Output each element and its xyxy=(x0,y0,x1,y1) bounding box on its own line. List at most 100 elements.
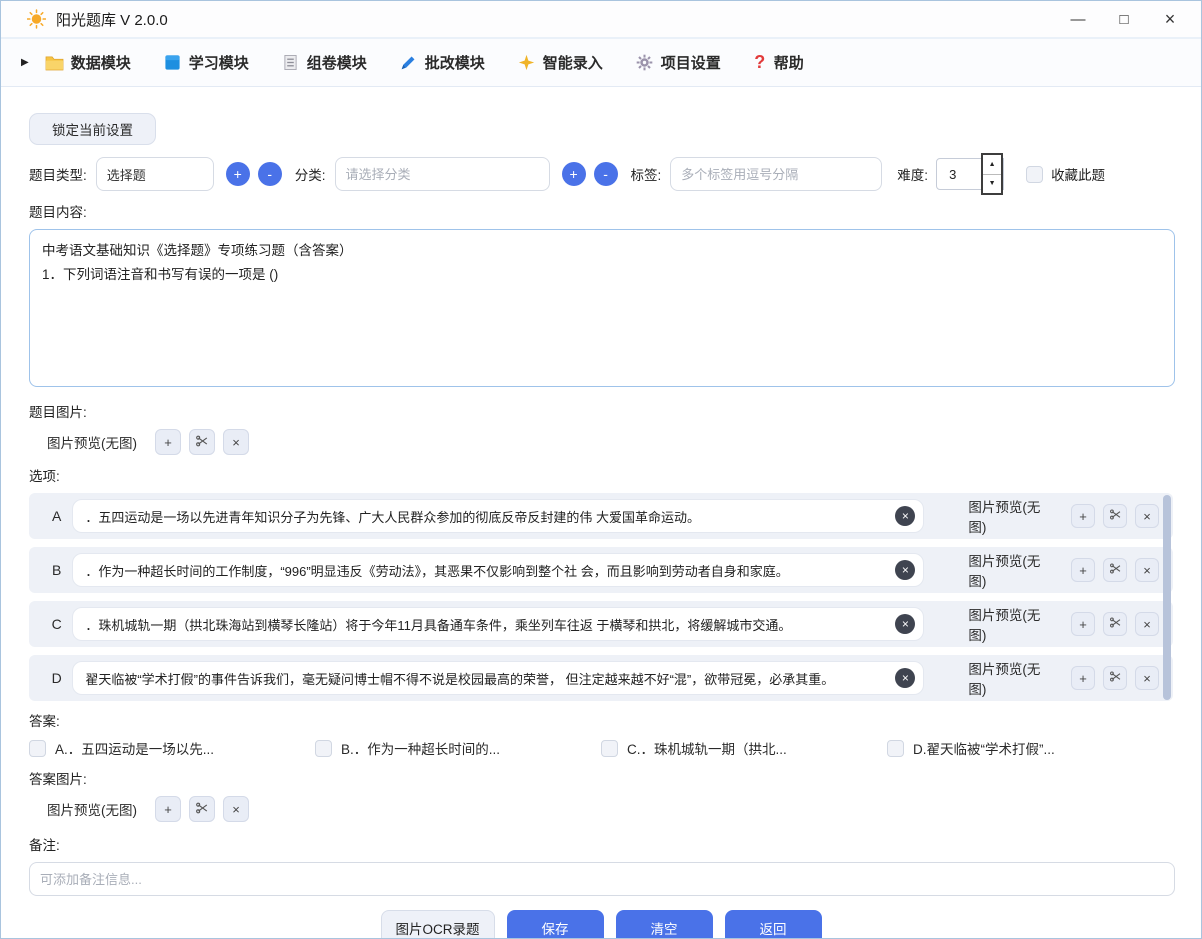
answer-choice-c[interactable]: C.．珠机城轨一期（拱北... xyxy=(601,738,887,758)
scissors-icon xyxy=(1109,616,1122,632)
add-option-image-button[interactable]: + xyxy=(1071,666,1095,690)
category-input[interactable] xyxy=(335,157,550,191)
favorite-label: 收藏此题 xyxy=(1051,164,1105,184)
remark-label: 备注: xyxy=(29,834,1173,854)
menu-item-study-module[interactable]: 学习模块 xyxy=(163,52,249,73)
crop-option-image-button[interactable] xyxy=(1103,504,1127,528)
difficulty-spinner[interactable]: 3 ▲ ▼ xyxy=(936,158,1004,190)
remove-category-button[interactable]: - xyxy=(594,162,618,186)
image-preview-text: 图片预览(无图) xyxy=(968,604,1045,644)
option-row-c: C × 图片预览(无图) + × xyxy=(29,601,1173,647)
question-type-input[interactable] xyxy=(96,157,214,191)
question-image-label: 题目图片: xyxy=(29,401,1173,421)
menu-item-grading-module[interactable]: 批改模块 xyxy=(399,52,485,73)
menu-item-label: 智能录入 xyxy=(543,52,603,73)
ocr-entry-button[interactable]: 图片OCR录题 xyxy=(381,910,495,939)
remove-option-image-button[interactable]: × xyxy=(1135,666,1159,690)
remark-input[interactable] xyxy=(29,862,1175,896)
option-b-input[interactable] xyxy=(72,553,924,587)
app-window: 阳光题库 V 2.0.0 — □ × ▶ 数据模块 xyxy=(0,0,1202,939)
remove-image-button[interactable]: × xyxy=(223,796,249,822)
minimize-button[interactable]: — xyxy=(1055,4,1101,34)
blue-book-icon xyxy=(163,53,182,72)
back-button[interactable]: 返回 xyxy=(725,910,822,939)
remove-option-image-button[interactable]: × xyxy=(1135,504,1159,528)
spin-down-button[interactable]: ▼ xyxy=(983,175,1001,194)
answer-label: A.．五四运动是一场以先... xyxy=(55,738,214,758)
favorite-checkbox[interactable] xyxy=(1026,166,1043,183)
option-row-d: D × 图片预览(无图) + × xyxy=(29,655,1173,701)
options-label: 选项: xyxy=(29,465,1173,485)
answer-label: C.．珠机城轨一期（拱北... xyxy=(627,738,787,758)
option-letter: D xyxy=(49,670,64,686)
menu-item-help[interactable]: ? 帮助 xyxy=(753,52,804,73)
menu-item-paper-module[interactable]: 组卷模块 xyxy=(281,52,367,73)
maximize-button[interactable]: □ xyxy=(1101,4,1147,34)
answer-checkbox[interactable] xyxy=(29,740,46,757)
question-content-textarea[interactable]: 中考语文基础知识《选择题》专项练习题（含答案） 1．下列词语注音和书写有误的一项… xyxy=(29,229,1175,387)
add-option-image-button[interactable]: + xyxy=(1071,558,1095,582)
answers-row: A.．五四运动是一场以先... B.．作为一种超长时间的... C.．珠机城轨一… xyxy=(29,738,1173,758)
answer-choice-b[interactable]: B.．作为一种超长时间的... xyxy=(315,738,601,758)
answer-choice-d[interactable]: D.翟天临被“学术打假”... xyxy=(887,738,1173,758)
difficulty-spin-buttons: ▲ ▼ xyxy=(981,153,1003,195)
menu-item-label: 项目设置 xyxy=(661,52,721,73)
answer-checkbox[interactable] xyxy=(601,740,618,757)
add-category-button[interactable]: + xyxy=(562,162,586,186)
document-list-icon xyxy=(281,53,300,72)
option-input-wrap: × xyxy=(72,661,924,695)
question-image-row: 图片预览(无图) + × xyxy=(29,429,1173,455)
question-meta-row: 题目类型: + - 分类: + - 标签: 难度: 3 ▲ ▼ 收藏此题 xyxy=(29,157,1173,191)
remove-image-button[interactable]: × xyxy=(223,429,249,455)
save-button[interactable]: 保存 xyxy=(507,910,604,939)
option-d-input[interactable] xyxy=(72,661,924,695)
answer-checkbox[interactable] xyxy=(315,740,332,757)
menu-bar: ▶ 数据模块 学习模块 xyxy=(1,39,1201,87)
menu-item-data-module[interactable]: 数据模块 xyxy=(45,52,131,73)
title-bar: 阳光题库 V 2.0.0 — □ × xyxy=(1,1,1201,39)
action-buttons: 图片OCR录题 保存 清空 返回 xyxy=(29,910,1173,939)
option-row-a: A × 图片预览(无图) + × xyxy=(29,493,1173,539)
option-letter: B xyxy=(49,562,64,578)
image-preview-text: 图片预览(无图) xyxy=(47,432,137,452)
option-input-wrap: × xyxy=(72,499,924,533)
option-a-input[interactable] xyxy=(72,499,924,533)
crop-image-button[interactable] xyxy=(189,796,215,822)
answer-checkbox[interactable] xyxy=(887,740,904,757)
crop-image-button[interactable] xyxy=(189,429,215,455)
menu-item-project-settings[interactable]: 项目设置 xyxy=(635,52,721,73)
menu-overflow-arrow-icon[interactable]: ▶ xyxy=(21,57,29,68)
option-input-wrap: × xyxy=(72,553,924,587)
content-label: 题目内容: xyxy=(29,201,1173,221)
add-option-image-button[interactable]: + xyxy=(1071,612,1095,636)
crop-option-image-button[interactable] xyxy=(1103,666,1127,690)
tags-input[interactable] xyxy=(670,157,882,191)
add-image-button[interactable]: + xyxy=(155,796,181,822)
scissors-icon xyxy=(195,434,209,451)
crop-option-image-button[interactable] xyxy=(1103,558,1127,582)
image-preview-text: 图片预览(无图) xyxy=(968,496,1045,536)
menu-item-smart-entry[interactable]: 智能录入 xyxy=(517,52,603,73)
pencil-icon xyxy=(399,53,418,72)
menu-item-label: 帮助 xyxy=(774,52,804,73)
menu-item-label: 组卷模块 xyxy=(307,52,367,73)
lock-settings-button[interactable]: 锁定当前设置 xyxy=(29,113,156,145)
clear-button[interactable]: 清空 xyxy=(616,910,713,939)
answers-label: 答案: xyxy=(29,710,1173,730)
spark-icon xyxy=(517,53,536,72)
options-scrollbar[interactable] xyxy=(1163,495,1171,700)
add-option-image-button[interactable]: + xyxy=(1071,504,1095,528)
question-mark-icon: ? xyxy=(753,52,767,73)
option-c-input[interactable] xyxy=(72,607,924,641)
add-image-button[interactable]: + xyxy=(155,429,181,455)
close-button[interactable]: × xyxy=(1147,4,1193,34)
remove-option-image-button[interactable]: × xyxy=(1135,612,1159,636)
spin-up-button[interactable]: ▲ xyxy=(983,155,1001,175)
answer-label: D.翟天临被“学术打假”... xyxy=(913,738,1055,758)
image-preview-text: 图片预览(无图) xyxy=(47,799,137,819)
add-type-button[interactable]: + xyxy=(226,162,250,186)
remove-type-button[interactable]: - xyxy=(258,162,282,186)
answer-choice-a[interactable]: A.．五四运动是一场以先... xyxy=(29,738,315,758)
crop-option-image-button[interactable] xyxy=(1103,612,1127,636)
remove-option-image-button[interactable]: × xyxy=(1135,558,1159,582)
